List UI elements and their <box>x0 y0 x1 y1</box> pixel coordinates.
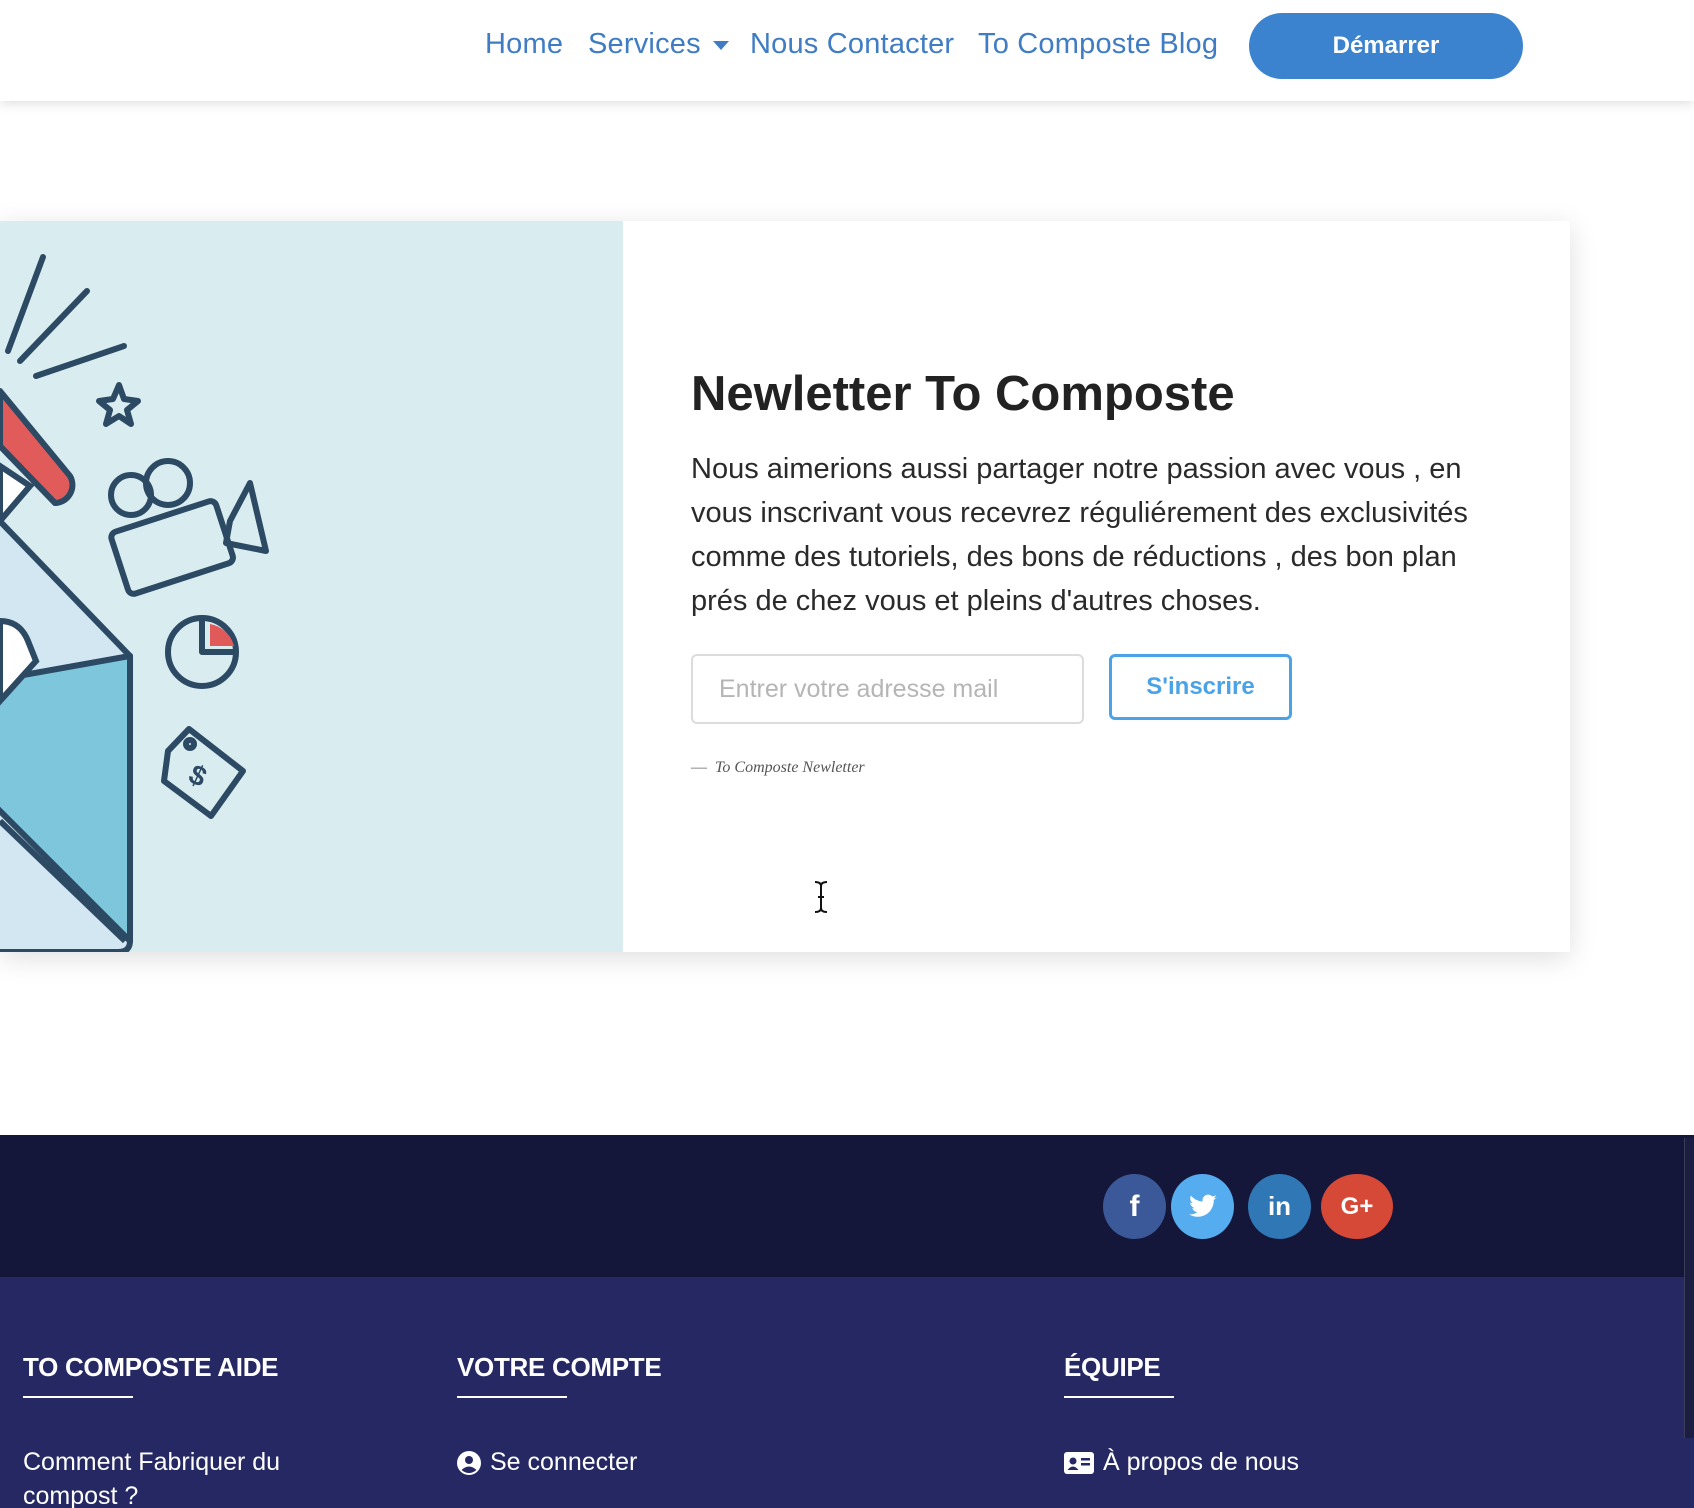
newsletter-illustration: $ <box>0 221 623 952</box>
footer-col-help-underline <box>23 1396 133 1398</box>
footer-col-help-title: TO COMPOSTE AIDE <box>23 1352 279 1382</box>
newsletter-description: Nous aimerions aussi partager notre pass… <box>691 453 1468 617</box>
footer-social-bar: f in G+ <box>0 1135 1694 1277</box>
footer-link-how-to-compost-line1: Comment Fabriquer du <box>23 1448 281 1476</box>
nav-home[interactable]: Home <box>485 28 563 61</box>
twitter-icon <box>1188 1194 1217 1217</box>
footer-col-account-underline <box>457 1396 567 1398</box>
nav-services-label: Services <box>588 28 701 60</box>
footer-link-login-label: Se connecter <box>490 1448 638 1476</box>
google-plus-icon: G+ <box>1340 1192 1374 1220</box>
scrollbar[interactable] <box>1684 1138 1694 1438</box>
google-plus-button[interactable]: G+ <box>1321 1174 1393 1239</box>
linkedin-icon: in <box>1267 1191 1292 1221</box>
newsletter-caption: — To Composte Newletter <box>691 759 865 777</box>
footer-link-how-to-compost-line2: compost ? <box>23 1482 139 1508</box>
caption-text: To Composte Newletter <box>715 759 865 776</box>
start-button[interactable]: Démarrer <box>1249 13 1523 79</box>
newsletter-title: Newletter To Composte <box>691 367 1235 421</box>
footer-link-how-to-compost[interactable]: Comment Fabriquer du compost ? <box>23 1445 280 1508</box>
footer-link-about[interactable]: À propos de nous <box>1064 1445 1299 1479</box>
chevron-down-icon <box>712 40 729 50</box>
caption-dash: — <box>691 759 707 776</box>
nav-blog[interactable]: To Composte Blog <box>978 28 1218 61</box>
newsletter-card: $ Newletter To Composte Nous aimerions a… <box>0 221 1570 952</box>
text-cursor-icon <box>814 881 828 913</box>
footer-link-login[interactable]: Se connecter <box>457 1445 637 1479</box>
megaphone-envelope-illustration: $ <box>0 254 269 952</box>
facebook-button[interactable]: f <box>1103 1174 1166 1239</box>
facebook-icon: f <box>1129 1189 1140 1223</box>
subscribe-button[interactable]: S'inscrire <box>1109 654 1292 720</box>
email-input[interactable] <box>691 654 1084 724</box>
site-header: Home Services Nous Contacter To Composte… <box>0 0 1694 101</box>
footer-links: TO COMPOSTE AIDE Comment Fabriquer du co… <box>0 1277 1694 1508</box>
linkedin-button[interactable]: in <box>1248 1174 1311 1239</box>
user-circle-icon <box>457 1451 481 1476</box>
nav-services[interactable]: Services <box>588 28 729 61</box>
footer-col-account-title: VOTRE COMPTE <box>457 1352 662 1382</box>
svg-text:$: $ <box>184 758 212 793</box>
footer-link-about-label: À propos de nous <box>1103 1448 1299 1476</box>
footer-col-team-title: ÉQUIPE <box>1064 1352 1161 1382</box>
id-card-icon <box>1064 1452 1094 1475</box>
footer-col-team-underline <box>1064 1396 1174 1398</box>
twitter-button[interactable] <box>1171 1174 1234 1239</box>
nav-contact[interactable]: Nous Contacter <box>750 28 954 61</box>
